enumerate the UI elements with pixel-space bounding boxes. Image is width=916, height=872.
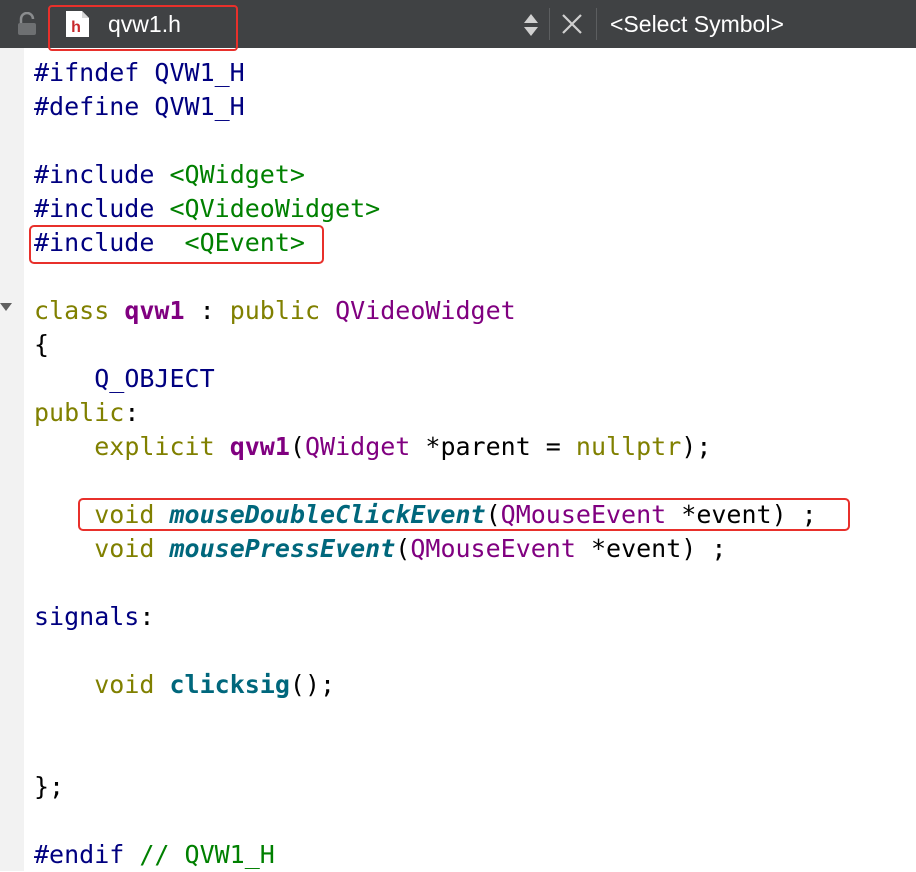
code-line-24: #endif // QVW1_H	[34, 838, 817, 872]
keyword: void	[94, 534, 155, 563]
method-highlight-box	[78, 498, 850, 531]
class-name: qvw1	[124, 296, 185, 325]
type-name: QMouseEvent	[410, 534, 576, 563]
macro-name: QVW1_H	[154, 92, 245, 121]
toolbar-separator	[549, 8, 550, 40]
code-line-1: #ifndef QVW1_H	[34, 56, 817, 90]
code-editor[interactable]: #ifndef QVW1_H #define QVW1_H #include <…	[34, 56, 817, 872]
punct: };	[34, 772, 65, 801]
code-line-12: explicit qvw1(QWidget *parent = nullptr)…	[34, 430, 817, 464]
code-line-22: };	[34, 770, 817, 804]
directive: #define	[34, 92, 140, 121]
code-line-4: #include <QWidget>	[34, 158, 817, 192]
sort-arrows-icon[interactable]	[520, 12, 542, 38]
include-highlight-box	[29, 225, 324, 264]
keyword: explicit	[94, 432, 215, 461]
keyword: class	[34, 296, 110, 325]
base-class: QVideoWidget	[335, 296, 516, 325]
line-gutter	[0, 48, 24, 871]
file-name-highlight-box	[48, 5, 238, 51]
directive: #include	[34, 160, 155, 189]
punct: );	[681, 432, 712, 461]
macro-name: QVW1_H	[154, 58, 245, 87]
keyword: public	[229, 296, 321, 325]
macro: Q_OBJECT	[94, 364, 215, 393]
keyword: void	[94, 670, 155, 699]
keyword: public	[34, 398, 125, 427]
code-line-9: {	[34, 328, 817, 362]
punct: ();	[289, 670, 336, 699]
keyword: nullptr	[575, 432, 682, 461]
punct: (	[289, 432, 305, 461]
punct: :	[124, 398, 140, 427]
code-line-8: class qvw1 : public QVideoWidget	[34, 294, 817, 328]
function-name: clicksig	[169, 670, 290, 699]
code-line-10: Q_OBJECT	[34, 362, 817, 396]
code-line-19: void clicksig();	[34, 668, 817, 702]
code-line-15: void mousePressEvent(QMouseEvent *event)…	[34, 532, 817, 566]
punct: {	[34, 330, 50, 359]
symbol-selector[interactable]: <Select Symbol>	[610, 9, 784, 39]
fold-arrow-icon[interactable]	[0, 303, 12, 311]
include-header: <QWidget>	[169, 160, 305, 189]
code-line-5: #include <QVideoWidget>	[34, 192, 817, 226]
punct: :	[139, 602, 155, 631]
toolbar-separator	[596, 8, 597, 40]
comment: // QVW1_H	[139, 840, 275, 869]
include-header: <QVideoWidget>	[169, 194, 381, 223]
keyword: signals	[34, 602, 140, 631]
type-name: QWidget	[304, 432, 411, 461]
function-name: mousePressEvent	[169, 534, 396, 563]
close-icon[interactable]	[560, 12, 584, 36]
code-line-2: #define QVW1_H	[34, 90, 817, 124]
param: *event) ;	[575, 534, 727, 563]
constructor-name: qvw1	[229, 432, 290, 461]
code-line-17: signals:	[34, 600, 817, 634]
lock-icon[interactable]	[16, 12, 38, 36]
code-line-11: public:	[34, 396, 817, 430]
directive: #endif	[34, 840, 125, 869]
directive: #ifndef	[34, 58, 140, 87]
punct: :	[184, 296, 230, 325]
directive: #include	[34, 194, 155, 223]
punct: (	[395, 534, 411, 563]
param: *parent =	[410, 432, 576, 461]
